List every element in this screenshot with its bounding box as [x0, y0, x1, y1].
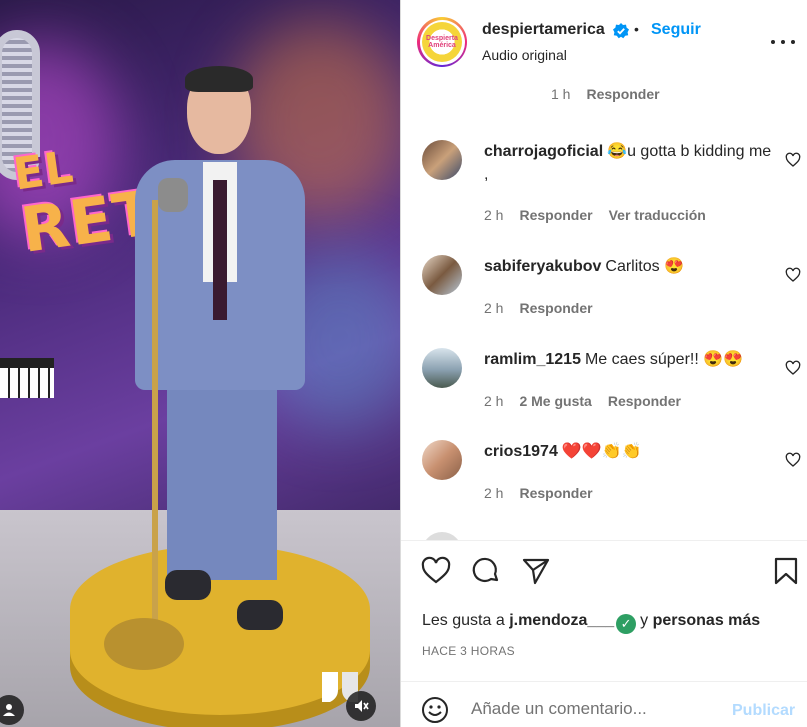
follow-button[interactable]: Seguir	[651, 21, 701, 39]
commenter-avatar[interactable]	[422, 255, 462, 295]
post-actions	[401, 556, 807, 592]
comment-body: sabiferyakubov Carlitos 😍	[484, 255, 774, 278]
comment-bubble-icon[interactable]	[471, 556, 501, 586]
divider	[401, 540, 807, 541]
audio-label[interactable]: Audio original	[482, 47, 567, 63]
microphone	[158, 178, 188, 212]
comment-likes-count[interactable]: 2 Me gusta	[519, 393, 591, 409]
see-translation-button[interactable]: Ver traducción	[609, 207, 706, 223]
comment-meta: 2 h 2 Me gusta Responder	[484, 393, 681, 409]
commenter-username[interactable]: sabiferyakubov	[484, 258, 601, 275]
comment-body: ramlim_1215 Me caes súper!! 😍😍	[484, 348, 774, 371]
like-comment-heart-icon[interactable]	[785, 360, 801, 376]
mic-base	[104, 618, 184, 670]
comment-time: 2 h	[484, 485, 504, 501]
comment-body: charrojagoficial 😂u gotta b kidding me ,	[484, 140, 774, 186]
comment-text: Me caes súper!! 😍😍	[584, 351, 744, 368]
post-side-panel: Despierta América despiertamerica • Segu…	[400, 0, 807, 727]
reply-button[interactable]: Responder	[608, 393, 681, 409]
comment-meta: 2 h Responder	[484, 485, 593, 501]
likes-summary: Les gusta a j.mendoza___ ✓ y personas más	[422, 612, 760, 634]
like-comment-heart-icon[interactable]	[785, 152, 801, 168]
commenter-username[interactable]: ramlim_1215	[484, 351, 581, 368]
commenter-avatar[interactable]	[422, 348, 462, 388]
comment-time: 1 h	[551, 86, 571, 102]
commenter-avatar[interactable]	[422, 440, 462, 480]
account-username[interactable]: despiertamerica	[482, 21, 605, 39]
presenter-legs	[167, 380, 277, 580]
like-comment-heart-icon[interactable]	[785, 452, 801, 468]
commenter-avatar[interactable]	[422, 140, 462, 180]
commenter-avatar-partial	[422, 532, 462, 540]
more-options-icon	[771, 40, 775, 44]
comment-time: 2 h	[484, 300, 504, 316]
account-avatar[interactable]: Despierta América	[417, 17, 467, 67]
comments-list[interactable]: 1 h Responder charrojagoficial 😂u gotta b…	[401, 80, 807, 540]
like-comment-heart-icon[interactable]	[785, 267, 801, 283]
reply-button[interactable]: Responder	[519, 300, 592, 316]
comment-text: ❤️❤️👏👏	[561, 443, 642, 460]
post-header: Despierta América despiertamerica • Segu…	[401, 0, 807, 80]
reply-button[interactable]: Responder	[519, 485, 592, 501]
account-avatar-logo: Despierta América	[422, 22, 462, 62]
comment-composer: Publicar	[401, 682, 807, 727]
verified-badge-icon	[613, 23, 629, 39]
comment-meta: 2 h Responder Ver traducción	[484, 207, 706, 223]
comment-time: 2 h	[484, 393, 504, 409]
speaker-muted-icon	[355, 700, 369, 712]
comment-input[interactable]	[471, 694, 721, 724]
publish-button[interactable]: Publicar	[732, 702, 795, 720]
more-options-button[interactable]	[771, 30, 795, 54]
others-likes-link[interactable]: personas más	[653, 612, 761, 629]
likes-connector: y	[640, 612, 649, 629]
piano-keys	[0, 358, 54, 398]
comment-time: 2 h	[484, 207, 504, 223]
user-icon	[3, 704, 15, 716]
presenter-hair	[185, 66, 253, 92]
likes-prefix: Les gusta a	[422, 612, 505, 629]
comment-text: Carlitos 😍	[605, 258, 684, 275]
share-send-icon[interactable]	[521, 556, 551, 586]
commenter-username[interactable]: charrojagoficial	[484, 143, 603, 160]
verified-check-icon: ✓	[616, 614, 637, 634]
audio-muted-button[interactable]	[346, 691, 376, 721]
separator-dot: •	[634, 21, 639, 37]
reply-button[interactable]: Responder	[519, 207, 592, 223]
comment-body: crios1974 ❤️❤️👏👏	[484, 440, 774, 463]
presenter-shoe-left	[165, 570, 211, 600]
post-media-video[interactable]: EL RET	[0, 0, 400, 727]
like-heart-icon[interactable]	[421, 556, 451, 586]
mic-stand	[152, 200, 158, 640]
commenter-username[interactable]: crios1974	[484, 443, 558, 460]
presenter-shoe-right	[237, 600, 283, 630]
emoji-picker-icon[interactable]	[421, 696, 449, 724]
save-bookmark-icon[interactable]	[771, 556, 801, 586]
reply-button[interactable]: Responder	[586, 86, 659, 102]
previous-comment-meta: 1 h Responder	[551, 86, 660, 102]
presenter-tie	[213, 180, 227, 320]
post-timestamp[interactable]: HACE 3 HORAS	[422, 644, 515, 658]
comment-meta: 2 h Responder	[484, 300, 593, 316]
liker-username[interactable]: j.mendoza___	[509, 612, 614, 629]
